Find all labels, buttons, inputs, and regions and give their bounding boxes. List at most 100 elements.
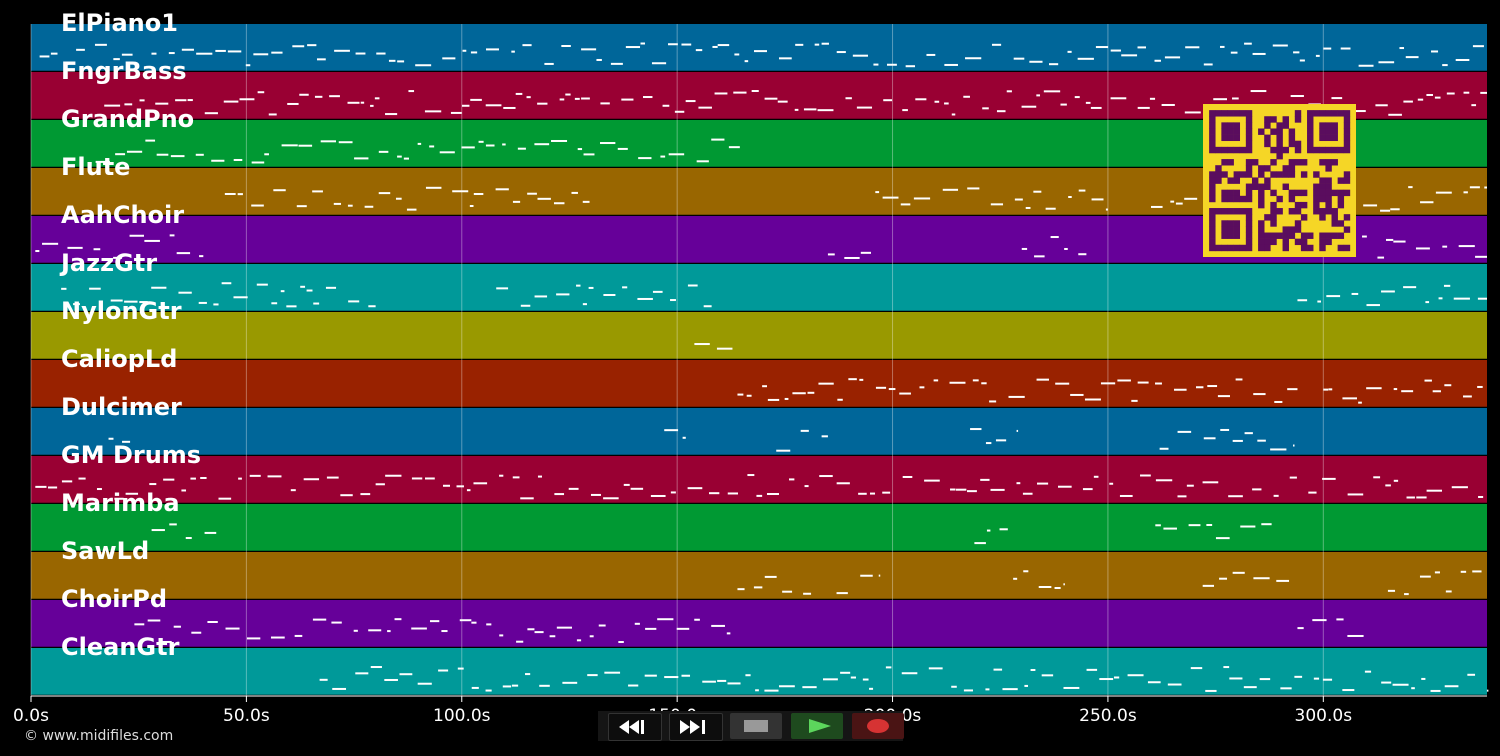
note-mark xyxy=(1388,113,1402,116)
note-mark xyxy=(807,391,815,394)
note-mark xyxy=(485,104,502,107)
note-mark xyxy=(438,669,449,672)
note-mark xyxy=(1416,496,1427,499)
note-mark xyxy=(883,99,893,102)
note-mark xyxy=(1086,668,1098,671)
note-mark xyxy=(1272,44,1288,47)
note-mark xyxy=(670,491,676,494)
note-mark xyxy=(399,673,413,676)
note-mark xyxy=(1294,675,1303,678)
note-mark xyxy=(902,109,908,112)
note-mark xyxy=(1415,247,1430,250)
tick-label: 100.0s xyxy=(433,706,491,726)
note-mark xyxy=(326,476,339,479)
note-mark xyxy=(1364,670,1372,673)
note-mark xyxy=(1190,667,1203,670)
note-mark xyxy=(1463,395,1472,398)
note-mark xyxy=(746,394,752,397)
note-mark xyxy=(527,628,535,631)
note-mark xyxy=(534,631,544,634)
note-mark xyxy=(900,203,911,206)
note-mark xyxy=(303,478,320,481)
note-mark xyxy=(899,392,911,395)
note-mark xyxy=(360,493,371,496)
note-mark xyxy=(539,684,550,687)
rewind-button[interactable] xyxy=(608,713,662,741)
note-mark xyxy=(965,57,982,60)
note-mark xyxy=(425,186,442,189)
note-mark xyxy=(375,483,385,486)
note-mark xyxy=(1036,378,1049,381)
note-mark xyxy=(784,397,789,400)
note-mark xyxy=(403,157,410,160)
note-mark xyxy=(1381,290,1395,293)
note-mark xyxy=(176,252,191,255)
note-mark xyxy=(512,200,521,203)
note-mark xyxy=(933,379,939,382)
note-mark xyxy=(622,286,628,289)
note-mark xyxy=(456,485,464,488)
note-mark xyxy=(290,489,296,492)
note-mark xyxy=(1008,395,1025,398)
note-mark xyxy=(1289,476,1297,479)
note-mark xyxy=(544,62,554,65)
note-mark xyxy=(993,668,1003,671)
note-mark xyxy=(986,529,991,532)
record-button[interactable] xyxy=(852,713,904,739)
note-mark xyxy=(1347,493,1364,496)
play-button[interactable] xyxy=(791,713,843,739)
note-mark xyxy=(1405,56,1419,59)
note-mark xyxy=(963,689,973,692)
note-mark xyxy=(50,52,58,55)
note-mark xyxy=(395,197,402,200)
note-mark xyxy=(755,689,759,692)
track-label: AahChoir xyxy=(61,201,185,229)
note-mark xyxy=(385,474,402,477)
note-mark xyxy=(926,53,936,56)
note-mark xyxy=(408,90,415,93)
note-mark xyxy=(1203,63,1213,66)
note-mark xyxy=(728,146,740,149)
note-mark xyxy=(845,97,852,100)
note-mark xyxy=(685,100,696,103)
note-mark xyxy=(590,493,601,496)
fast-forward-button[interactable] xyxy=(669,713,723,741)
track-label: CaliopLd xyxy=(61,345,178,373)
note-mark xyxy=(1392,683,1409,686)
note-mark xyxy=(1205,689,1217,692)
note-mark xyxy=(338,141,353,144)
note-mark xyxy=(859,378,864,381)
note-mark xyxy=(990,203,1004,206)
note-mark xyxy=(233,158,243,161)
note-mark xyxy=(1366,387,1382,390)
note-mark xyxy=(370,104,374,107)
note-mark xyxy=(415,64,432,67)
note-mark xyxy=(766,493,779,496)
note-mark xyxy=(211,159,225,162)
note-mark xyxy=(1442,64,1448,67)
note-mark xyxy=(520,304,531,307)
note-mark xyxy=(246,637,261,640)
note-mark xyxy=(1213,98,1228,101)
note-mark xyxy=(1297,299,1308,302)
note-mark xyxy=(271,302,278,305)
note-mark xyxy=(499,474,504,477)
note-mark xyxy=(459,619,472,622)
note-mark xyxy=(253,53,269,56)
note-mark xyxy=(47,486,58,489)
note-mark xyxy=(856,106,873,109)
note-mark xyxy=(1252,488,1262,491)
note-mark xyxy=(169,523,177,526)
note-mark xyxy=(1154,59,1161,62)
note-mark xyxy=(1378,61,1395,64)
note-mark xyxy=(296,205,307,208)
note-mark xyxy=(1385,238,1394,241)
note-mark xyxy=(1207,385,1218,388)
qr-code-icon xyxy=(1203,104,1356,257)
note-mark xyxy=(233,296,248,299)
note-mark xyxy=(139,99,145,102)
note-mark xyxy=(1434,571,1440,574)
note-mark xyxy=(985,688,990,691)
stop-button[interactable] xyxy=(730,713,782,739)
note-mark xyxy=(1451,486,1468,489)
